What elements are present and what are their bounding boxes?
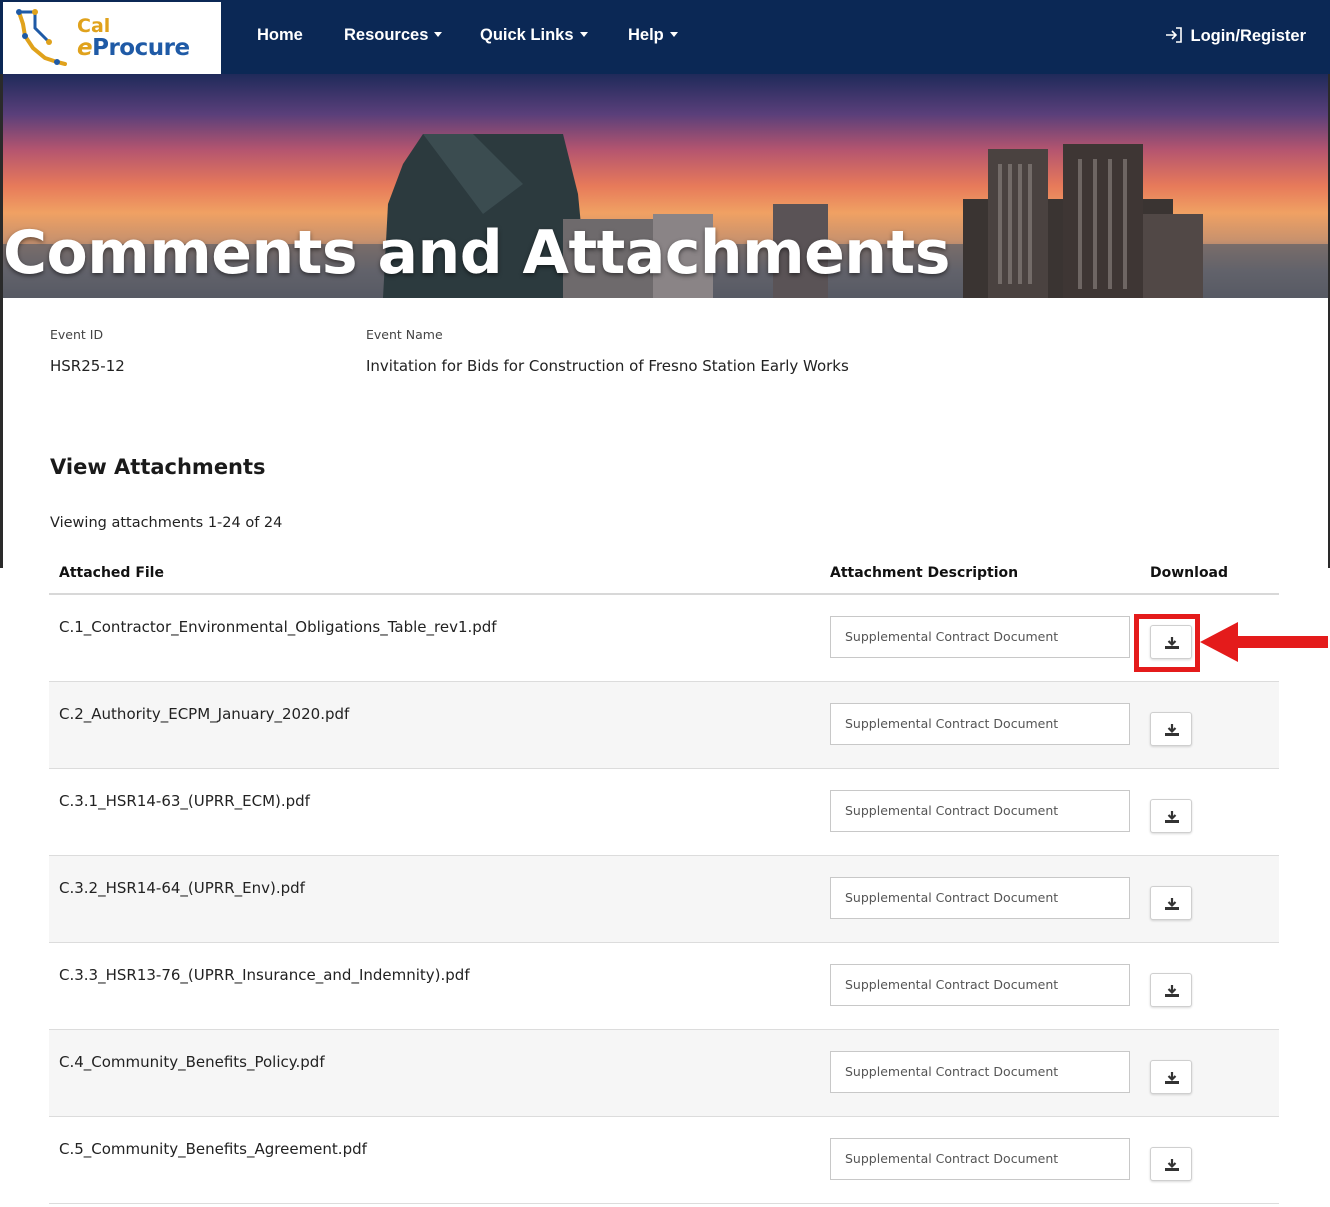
attachment-file-name: C.3.3_HSR13-76_(UPRR_Insurance_and_Indem… (59, 966, 470, 984)
attachment-description-field: Supplemental Contract Document (830, 1138, 1130, 1180)
attachment-description-field: Supplemental Contract Document (830, 703, 1130, 745)
table-row: C.4_Community_Benefits_Policy.pdf Supple… (49, 1030, 1279, 1117)
view-attachments-heading: View Attachments (50, 455, 266, 479)
download-button[interactable] (1150, 799, 1192, 833)
column-header-download: Download (1150, 565, 1229, 581)
download-icon (1165, 1159, 1179, 1171)
download-button[interactable] (1150, 886, 1192, 920)
event-name-label: Event Name (366, 327, 443, 342)
page-title: Comments and Attachments (3, 218, 950, 288)
table-row: C.5_Community_Benefits_Agreement.pdf Sup… (49, 1117, 1279, 1204)
download-icon (1165, 811, 1179, 823)
attachment-file-name: C.3.2_HSR14-64_(UPRR_Env).pdf (59, 879, 305, 897)
nav-home[interactable]: Home (257, 26, 303, 45)
attachment-file-name: C.3.1_HSR14-63_(UPRR_ECM).pdf (59, 792, 310, 810)
chevron-down-icon (579, 32, 588, 37)
login-register-link[interactable]: Login/Register (1164, 26, 1306, 46)
california-map-icon (16, 9, 67, 66)
logo-text-procure: Procure (92, 35, 190, 61)
attachment-description-field: Supplemental Contract Document (830, 877, 1130, 919)
table-row: C.3.1_HSR14-63_(UPRR_ECM).pdf Supplement… (49, 769, 1279, 856)
cal-eprocure-logo[interactable]: Cal eProcure (3, 2, 221, 74)
top-nav: Cal eProcure Home Resources Quick Links … (0, 0, 1330, 74)
download-button[interactable] (1150, 1060, 1192, 1094)
attachment-description-field: Supplemental Contract Document (830, 964, 1130, 1006)
attachments-count-text: Viewing attachments 1-24 of 24 (50, 515, 283, 531)
logo-text-cal: Cal (77, 15, 111, 37)
download-icon (1165, 724, 1179, 736)
page-edge-left (0, 74, 3, 568)
event-id-label: Event ID (50, 327, 104, 342)
column-header-description: Attachment Description (830, 565, 1019, 581)
chevron-down-icon (669, 32, 678, 37)
download-icon (1165, 1072, 1179, 1084)
nav-help-label: Help (628, 26, 664, 44)
sign-in-icon (1166, 27, 1183, 43)
table-row: C.3.3_HSR13-76_(UPRR_Insurance_and_Indem… (49, 943, 1279, 1030)
table-row: C.2_Authority_ECPM_January_2020.pdf Supp… (49, 682, 1279, 769)
attachment-file-name: C.1_Contractor_Environmental_Obligations… (59, 618, 497, 636)
table-row: C.1_Contractor_Environmental_Obligations… (49, 595, 1279, 682)
download-icon (1165, 985, 1179, 997)
download-button[interactable] (1150, 712, 1192, 746)
nav-home-label: Home (257, 26, 303, 44)
highlight-box (1134, 614, 1200, 672)
attachment-file-name: C.2_Authority_ECPM_January_2020.pdf (59, 705, 350, 723)
column-header-attached-file: Attached File (59, 565, 164, 581)
table-row: C.3.2_HSR14-64_(UPRR_Env).pdf Supplement… (49, 856, 1279, 943)
download-button[interactable] (1150, 973, 1192, 1007)
nav-help[interactable]: Help (628, 26, 678, 45)
chevron-down-icon (434, 32, 443, 37)
download-icon (1165, 898, 1179, 910)
download-button[interactable] (1150, 1147, 1192, 1181)
attachment-description-field: Supplemental Contract Document (830, 616, 1130, 658)
logo-text-e: e (77, 35, 93, 61)
nav-quick-links-label: Quick Links (480, 26, 574, 44)
attachment-file-name: C.4_Community_Benefits_Policy.pdf (59, 1053, 325, 1071)
attachment-description-field: Supplemental Contract Document (830, 1051, 1130, 1093)
nav-resources-label: Resources (344, 26, 429, 44)
nav-quick-links[interactable]: Quick Links (480, 26, 588, 45)
attachment-description-field: Supplemental Contract Document (830, 790, 1130, 832)
logo-text-eprocure: eProcure (77, 35, 190, 61)
attachment-file-name: C.5_Community_Benefits_Agreement.pdf (59, 1140, 367, 1158)
event-id-value: HSR25-12 (50, 357, 125, 375)
event-name-value: Invitation for Bids for Construction of … (366, 357, 849, 375)
login-register-label: Login/Register (1190, 27, 1306, 45)
nav-resources[interactable]: Resources (344, 26, 443, 45)
